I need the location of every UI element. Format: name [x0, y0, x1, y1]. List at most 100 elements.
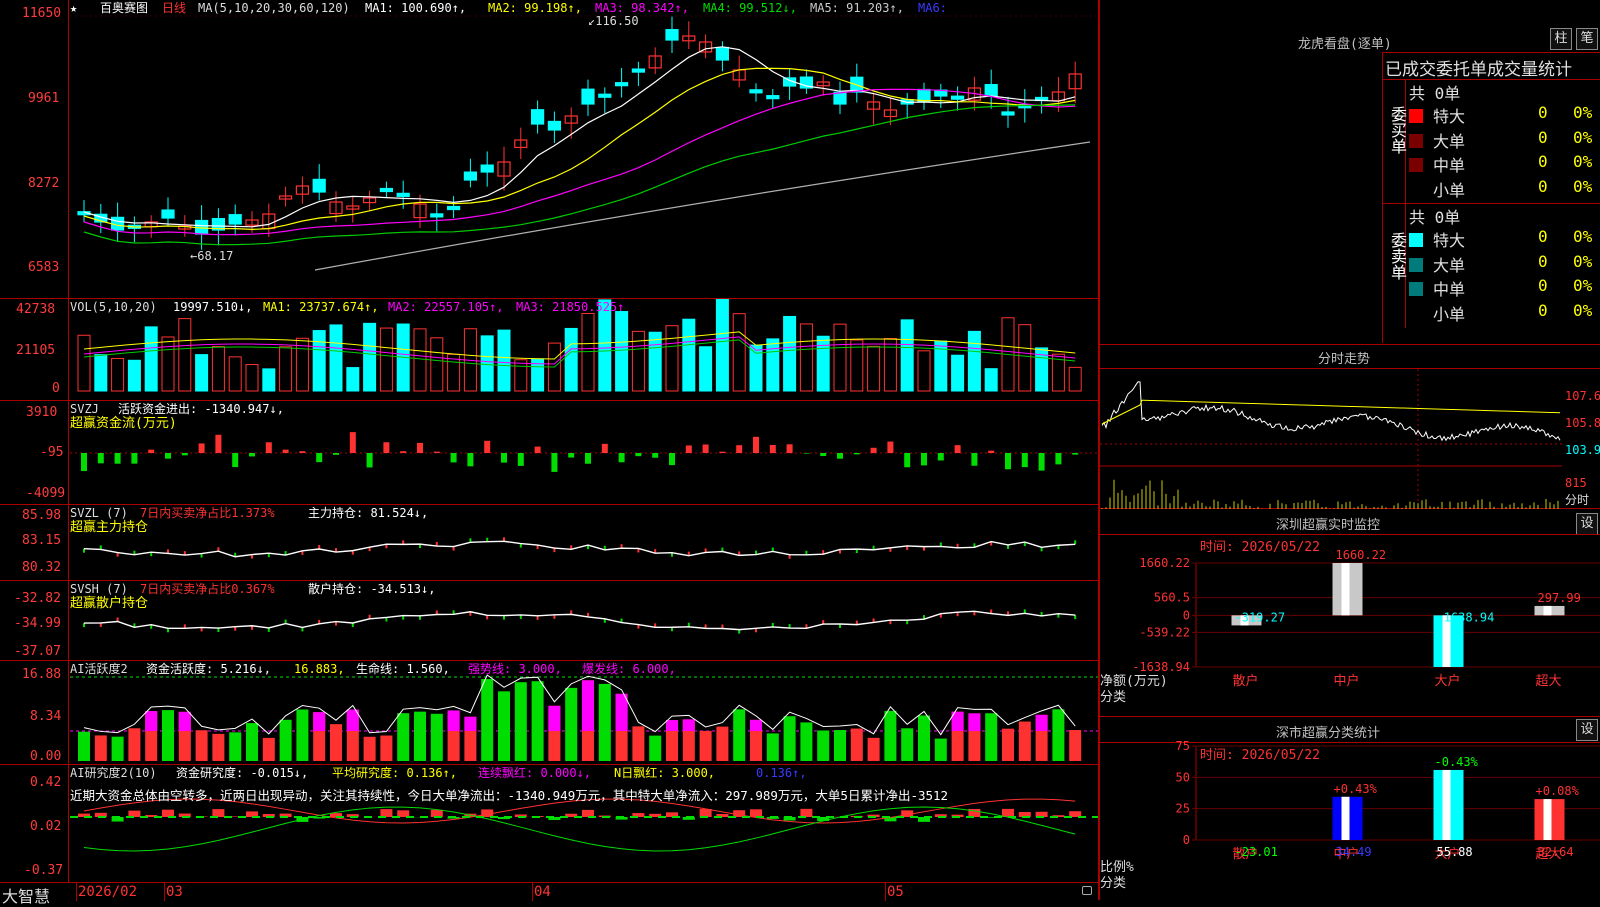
svzl-y-2: 83.15: [22, 533, 61, 548]
activity-bar-top: [750, 720, 762, 731]
research-bar: [750, 809, 762, 817]
lhkp-bar-button[interactable]: 柱: [1550, 28, 1572, 50]
kline-chart[interactable]: [0, 0, 1098, 298]
candle-body: [481, 165, 493, 172]
volume-bar: [700, 347, 712, 391]
candle-body: [632, 69, 644, 72]
volume-bar: [817, 336, 829, 391]
date-axis-bar: 大智慧 2026/02 03 04 05: [0, 882, 1098, 901]
flow-bar: [165, 453, 171, 459]
flow-bar: [81, 453, 87, 471]
favorite-star-icon[interactable]: ★: [70, 1, 77, 15]
ai3-title: AI研究度2(10): [70, 766, 157, 780]
date-label-may: 05: [887, 884, 904, 900]
flow-bar: [820, 453, 826, 456]
ma5-line: [315, 142, 1090, 270]
y-tick-label: 75: [1176, 739, 1190, 753]
ai2-b: 16.883,: [294, 662, 345, 676]
lhkp-tick-button[interactable]: 笔: [1576, 28, 1598, 50]
svsh-y-3: -37.07: [14, 644, 61, 659]
svzj-pane[interactable]: SVZJ 活跃资金进出: -1340.947↓, 超赢资金流(万元) 3910 …: [0, 400, 1098, 505]
sz1-bar-chart[interactable]: 1660.22560.50-539.22-1638.94散户-319.27中户1…: [1100, 508, 1600, 716]
ai-research-pane[interactable]: AI研究度2(10) 资金研究度: -0.015↓, 平均研究度: 0.136↑…: [0, 764, 1098, 883]
svzl-title: SVZL (7): [70, 506, 128, 520]
activity-bar: [380, 736, 392, 761]
research-bar: [212, 809, 224, 817]
activity-bar: [246, 723, 258, 761]
value-label: 297.99: [1538, 591, 1581, 605]
activity-bar: [78, 732, 90, 761]
activity-bar: [414, 712, 426, 761]
research-bar: [397, 810, 409, 817]
svzl-pane[interactable]: SVZL (7) 7日内买卖净占比1.373% 主力持仓: 81.524↓, 超…: [0, 504, 1098, 581]
brand-label[interactable]: 大智慧: [2, 883, 50, 907]
flow-bar: [299, 451, 305, 453]
candle-body: [616, 83, 628, 86]
activity-bar: [431, 714, 443, 761]
volume-bar: [666, 326, 678, 391]
activity-bar-top: [968, 713, 980, 731]
kline-y-4: 6583: [28, 260, 59, 275]
ai-activity-chart[interactable]: [0, 661, 1098, 765]
activity-bar: [1052, 709, 1064, 761]
volume-chart[interactable]: [0, 299, 1098, 401]
lock-icon[interactable]: [1082, 886, 1092, 895]
activity-bar-top: [145, 711, 157, 731]
vol-ma3: MA3: 21850.525↑: [516, 300, 624, 314]
y-tick-label: 1660.22: [1139, 556, 1190, 570]
flow-bar: [484, 441, 490, 453]
ai-research-chart[interactable]: [0, 765, 1098, 883]
flow-bar: [199, 443, 205, 453]
stock-name[interactable]: 百奥赛图: [100, 1, 148, 15]
volume-bar: [95, 355, 107, 391]
order-type-label: 大单: [1433, 128, 1465, 152]
activity-bar: [229, 732, 241, 761]
ma6-value: MA6:: [918, 1, 947, 15]
value-label: 55.88: [1437, 845, 1473, 859]
intraday-y-4: 815: [1565, 476, 1587, 490]
sz2-bar-chart[interactable]: 7550250散户-23.01中户34.49+0.43%大户55.88-0.43…: [1100, 716, 1600, 900]
left-axis-line: [68, 0, 69, 882]
volume-bar: [145, 327, 157, 391]
activity-bar: [212, 734, 224, 761]
volume-bar: [985, 369, 997, 391]
svzl-sub: 超赢主力持仓: [70, 521, 148, 535]
lhkp-table: 已成交委托单成交量统计 委买单 共 0单 特大00%大单00%中单00%小单00…: [1382, 52, 1600, 343]
order-count: 0: [1538, 276, 1548, 295]
holding-line: [84, 541, 1075, 556]
kline-pane[interactable]: ★ 百奥赛图 日线 MA(5,10,20,30,60,120) MA1: 100…: [0, 0, 1098, 298]
intraday-unit: 分时: [1565, 491, 1589, 508]
activity-bar-top: [1036, 715, 1048, 731]
flow-bar: [619, 453, 625, 462]
flow-bar: [383, 442, 389, 453]
sz-monitor-panel: 深圳超赢实时监控 设 时间: 2026/05/22 1660.22560.50-…: [1100, 508, 1600, 717]
intraday-y-2: 105.8: [1565, 416, 1600, 430]
volume-bar: [162, 337, 174, 391]
flow-bar: [535, 447, 541, 453]
activity-bar-top: [179, 712, 191, 731]
flow-bar: [232, 453, 238, 467]
volume-bar: [414, 329, 426, 391]
value-bar-shine: [1443, 770, 1451, 840]
order-count: 0: [1538, 128, 1548, 147]
period-label[interactable]: 日线: [162, 1, 186, 15]
buy-total: 共 0单: [1409, 80, 1460, 104]
volume-pane[interactable]: VOL(5,10,20) 19997.510↓, MA1: 23737.674↑…: [0, 298, 1098, 401]
value-bar-shine: [1544, 606, 1552, 615]
volume-bar: [565, 328, 577, 391]
volume-bar: [901, 320, 913, 391]
svsh-pane[interactable]: SVSH (7) 7日内买卖净占比0.367% 散户持仓: -34.513↓, …: [0, 580, 1098, 661]
research-line-green: [84, 807, 1075, 851]
flow-bar: [131, 453, 137, 464]
value-label: -319.27: [1235, 610, 1286, 624]
activity-bar: [263, 738, 275, 761]
legend-swatch: [1409, 183, 1423, 197]
volume-bar: [1069, 367, 1081, 391]
ai-activity-pane[interactable]: AI活跃度2 资金活跃度: 5.216↓, 16.883, 生命线: 1.560…: [0, 660, 1098, 765]
intraday-panel[interactable]: 分时走势 107.6 105.8 103.9 815 分时: [1100, 344, 1600, 509]
order-percent: 0%: [1573, 152, 1592, 171]
flow-bar: [770, 445, 776, 453]
volume-bar: [750, 345, 762, 391]
intraday-chart[interactable]: [1100, 369, 1600, 509]
volume-bar: [952, 355, 964, 391]
